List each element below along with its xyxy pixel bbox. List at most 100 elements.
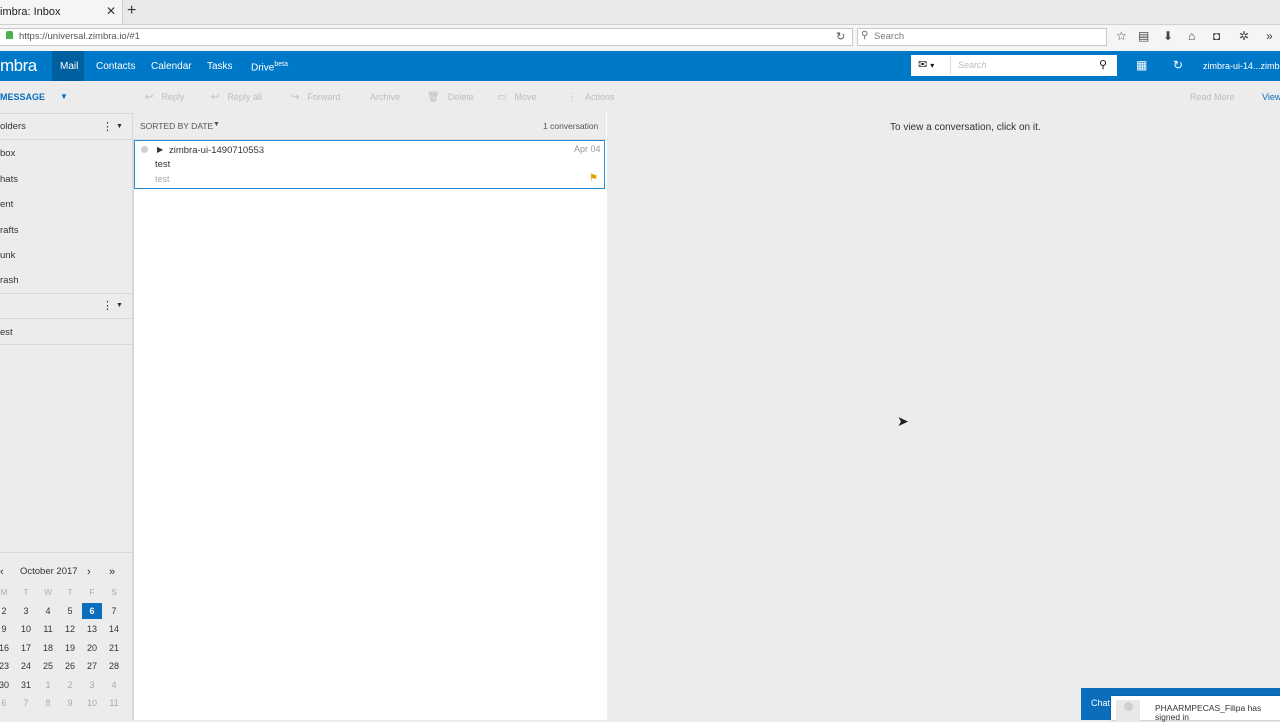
calendar-day[interactable]: 21	[104, 643, 124, 653]
nav-mail[interactable]: Mail	[60, 61, 78, 72]
calendar-day[interactable]: 8	[38, 698, 58, 708]
trash-icon: 🗑	[427, 92, 440, 103]
mail-scope-icon[interactable]: ✉ ▾	[918, 58, 934, 71]
menu-overflow-icon[interactable]: »	[1266, 29, 1273, 43]
expand-caret-icon[interactable]: ▶	[157, 145, 163, 154]
reload-icon[interactable]: ↻	[836, 30, 845, 43]
new-message-button[interactable]: MESSAGE	[0, 92, 45, 102]
calendar-day[interactable]: 7	[104, 606, 124, 616]
account-menu[interactable]: zimbra-ui-14...zimbr	[1203, 61, 1280, 71]
calendar-day[interactable]: 2	[0, 606, 14, 616]
envelope-icon: ✉	[918, 59, 928, 71]
apps-grid-icon[interactable]: ▦	[1136, 58, 1147, 72]
folder-sent[interactable]: ent	[0, 199, 13, 210]
calendar-day[interactable]: 24	[16, 661, 36, 671]
calendar-day[interactable]: 30	[0, 680, 14, 690]
divider	[0, 113, 132, 114]
new-tab-button[interactable]: +	[127, 2, 136, 20]
chevron-down-icon: ▾	[930, 61, 935, 70]
calendar-day[interactable]: 3	[82, 680, 102, 690]
reading-list-icon[interactable]: ▤	[1138, 29, 1149, 43]
calendar-day[interactable]: 4	[104, 680, 124, 690]
calendar-day[interactable]: 11	[104, 698, 124, 708]
delete-button[interactable]: 🗑 Delete	[427, 92, 474, 103]
calendar-day[interactable]: 20	[82, 643, 102, 653]
calendar-day[interactable]: 23	[0, 661, 14, 671]
folder-chats[interactable]: hats	[0, 174, 18, 185]
archive-button[interactable]: Archive	[370, 92, 400, 102]
reply-all-label: Reply all	[227, 92, 262, 102]
read-more-button[interactable]: Read More	[1190, 92, 1235, 102]
chat-label[interactable]: Chat	[1091, 698, 1110, 708]
extension-icon[interactable]: ✲	[1239, 29, 1249, 43]
unread-indicator-icon[interactable]	[141, 146, 148, 153]
chevron-down-icon[interactable]: ▼	[116, 123, 123, 130]
download-icon[interactable]: ⬇	[1163, 29, 1173, 43]
flag-icon[interactable]: ⚑	[589, 173, 598, 184]
close-tab-icon[interactable]: ✕	[106, 4, 116, 18]
search-icon[interactable]: ⚲	[1099, 58, 1107, 71]
pocket-icon[interactable]: ◘	[1213, 29, 1220, 43]
calendar-day[interactable]: 16	[0, 643, 14, 653]
calendar-day[interactable]: 2	[60, 680, 80, 690]
calendar-day[interactable]: 28	[104, 661, 124, 671]
calendar-today[interactable]: 6	[82, 603, 102, 619]
folder-trash[interactable]: rash	[0, 275, 18, 286]
nav-drive[interactable]: Drivebeta	[251, 61, 288, 73]
actions-button[interactable]: ⋮ Actions	[567, 92, 615, 103]
move-button[interactable]: ▭ Move	[497, 92, 536, 103]
sort-dropdown[interactable]: SORTED BY DATE	[140, 121, 213, 131]
tag-test[interactable]: est	[0, 327, 13, 338]
view-button[interactable]: View	[1262, 92, 1280, 102]
calendar-day[interactable]: 18	[38, 643, 58, 653]
chevron-down-icon[interactable]: ▼	[213, 121, 220, 128]
app-search-box[interactable]	[911, 55, 1117, 76]
calendar-day[interactable]: 19	[60, 643, 80, 653]
calendar-day[interactable]: 3	[16, 606, 36, 616]
reply-all-button[interactable]: ↩ Reply all	[211, 92, 262, 103]
calendar-day[interactable]: 1	[38, 680, 58, 690]
calendar-day[interactable]: 12	[60, 624, 80, 634]
calendar-day[interactable]: 9	[0, 624, 14, 634]
nav-contacts[interactable]: Contacts	[96, 61, 135, 72]
url-text[interactable]: https://universal.zimbra.io/#1	[19, 31, 140, 42]
calendar-day[interactable]: 6	[0, 698, 14, 708]
refresh-icon[interactable]: ↻	[1173, 58, 1183, 72]
folders-header[interactable]: olders	[0, 121, 26, 132]
calendar-day[interactable]: 17	[16, 643, 36, 653]
calendar-day[interactable]: 26	[60, 661, 80, 671]
calendar-day[interactable]: 10	[16, 624, 36, 634]
home-icon[interactable]: ⌂	[1188, 29, 1195, 43]
calendar-day[interactable]: 10	[82, 698, 102, 708]
calendar-day[interactable]: 14	[104, 624, 124, 634]
calendar-day[interactable]: 4	[38, 606, 58, 616]
conversation-count: 1 conversation	[543, 121, 599, 131]
nav-calendar[interactable]: Calendar	[151, 61, 192, 72]
calendar-day[interactable]: 9	[60, 698, 80, 708]
reply-button[interactable]: ↩ Reply	[145, 92, 184, 103]
calendar-next-icon[interactable]: ›	[87, 566, 91, 578]
nav-tasks[interactable]: Tasks	[207, 61, 233, 72]
chevron-down-icon[interactable]: ▼	[116, 302, 123, 309]
folder-inbox[interactable]: box	[0, 148, 15, 159]
chevron-down-icon[interactable]: ▼	[60, 92, 68, 101]
calendar-day[interactable]: 7	[16, 698, 36, 708]
divider	[0, 318, 132, 319]
calendar-prev-icon[interactable]: ‹	[0, 566, 4, 578]
calendar-day[interactable]: 13	[82, 624, 102, 634]
calendar-dow: M	[0, 588, 8, 597]
app-search-input[interactable]: Search	[958, 60, 987, 70]
calendar-next-month-icon[interactable]: »	[109, 566, 115, 578]
calendar-day[interactable]: 11	[38, 624, 58, 634]
kebab-icon[interactable]: ⋮	[102, 299, 113, 312]
calendar-day[interactable]: 5	[60, 606, 80, 616]
calendar-day[interactable]: 27	[82, 661, 102, 671]
forward-label: Forward	[307, 92, 341, 102]
folder-junk[interactable]: unk	[0, 250, 15, 261]
kebab-icon[interactable]: ⋮	[102, 120, 113, 133]
calendar-day[interactable]: 31	[16, 680, 36, 690]
calendar-day[interactable]: 25	[38, 661, 58, 671]
folder-drafts[interactable]: rafts	[0, 225, 18, 236]
forward-button[interactable]: ↪ Forward	[291, 92, 340, 103]
star-icon[interactable]: ☆	[1116, 29, 1127, 43]
